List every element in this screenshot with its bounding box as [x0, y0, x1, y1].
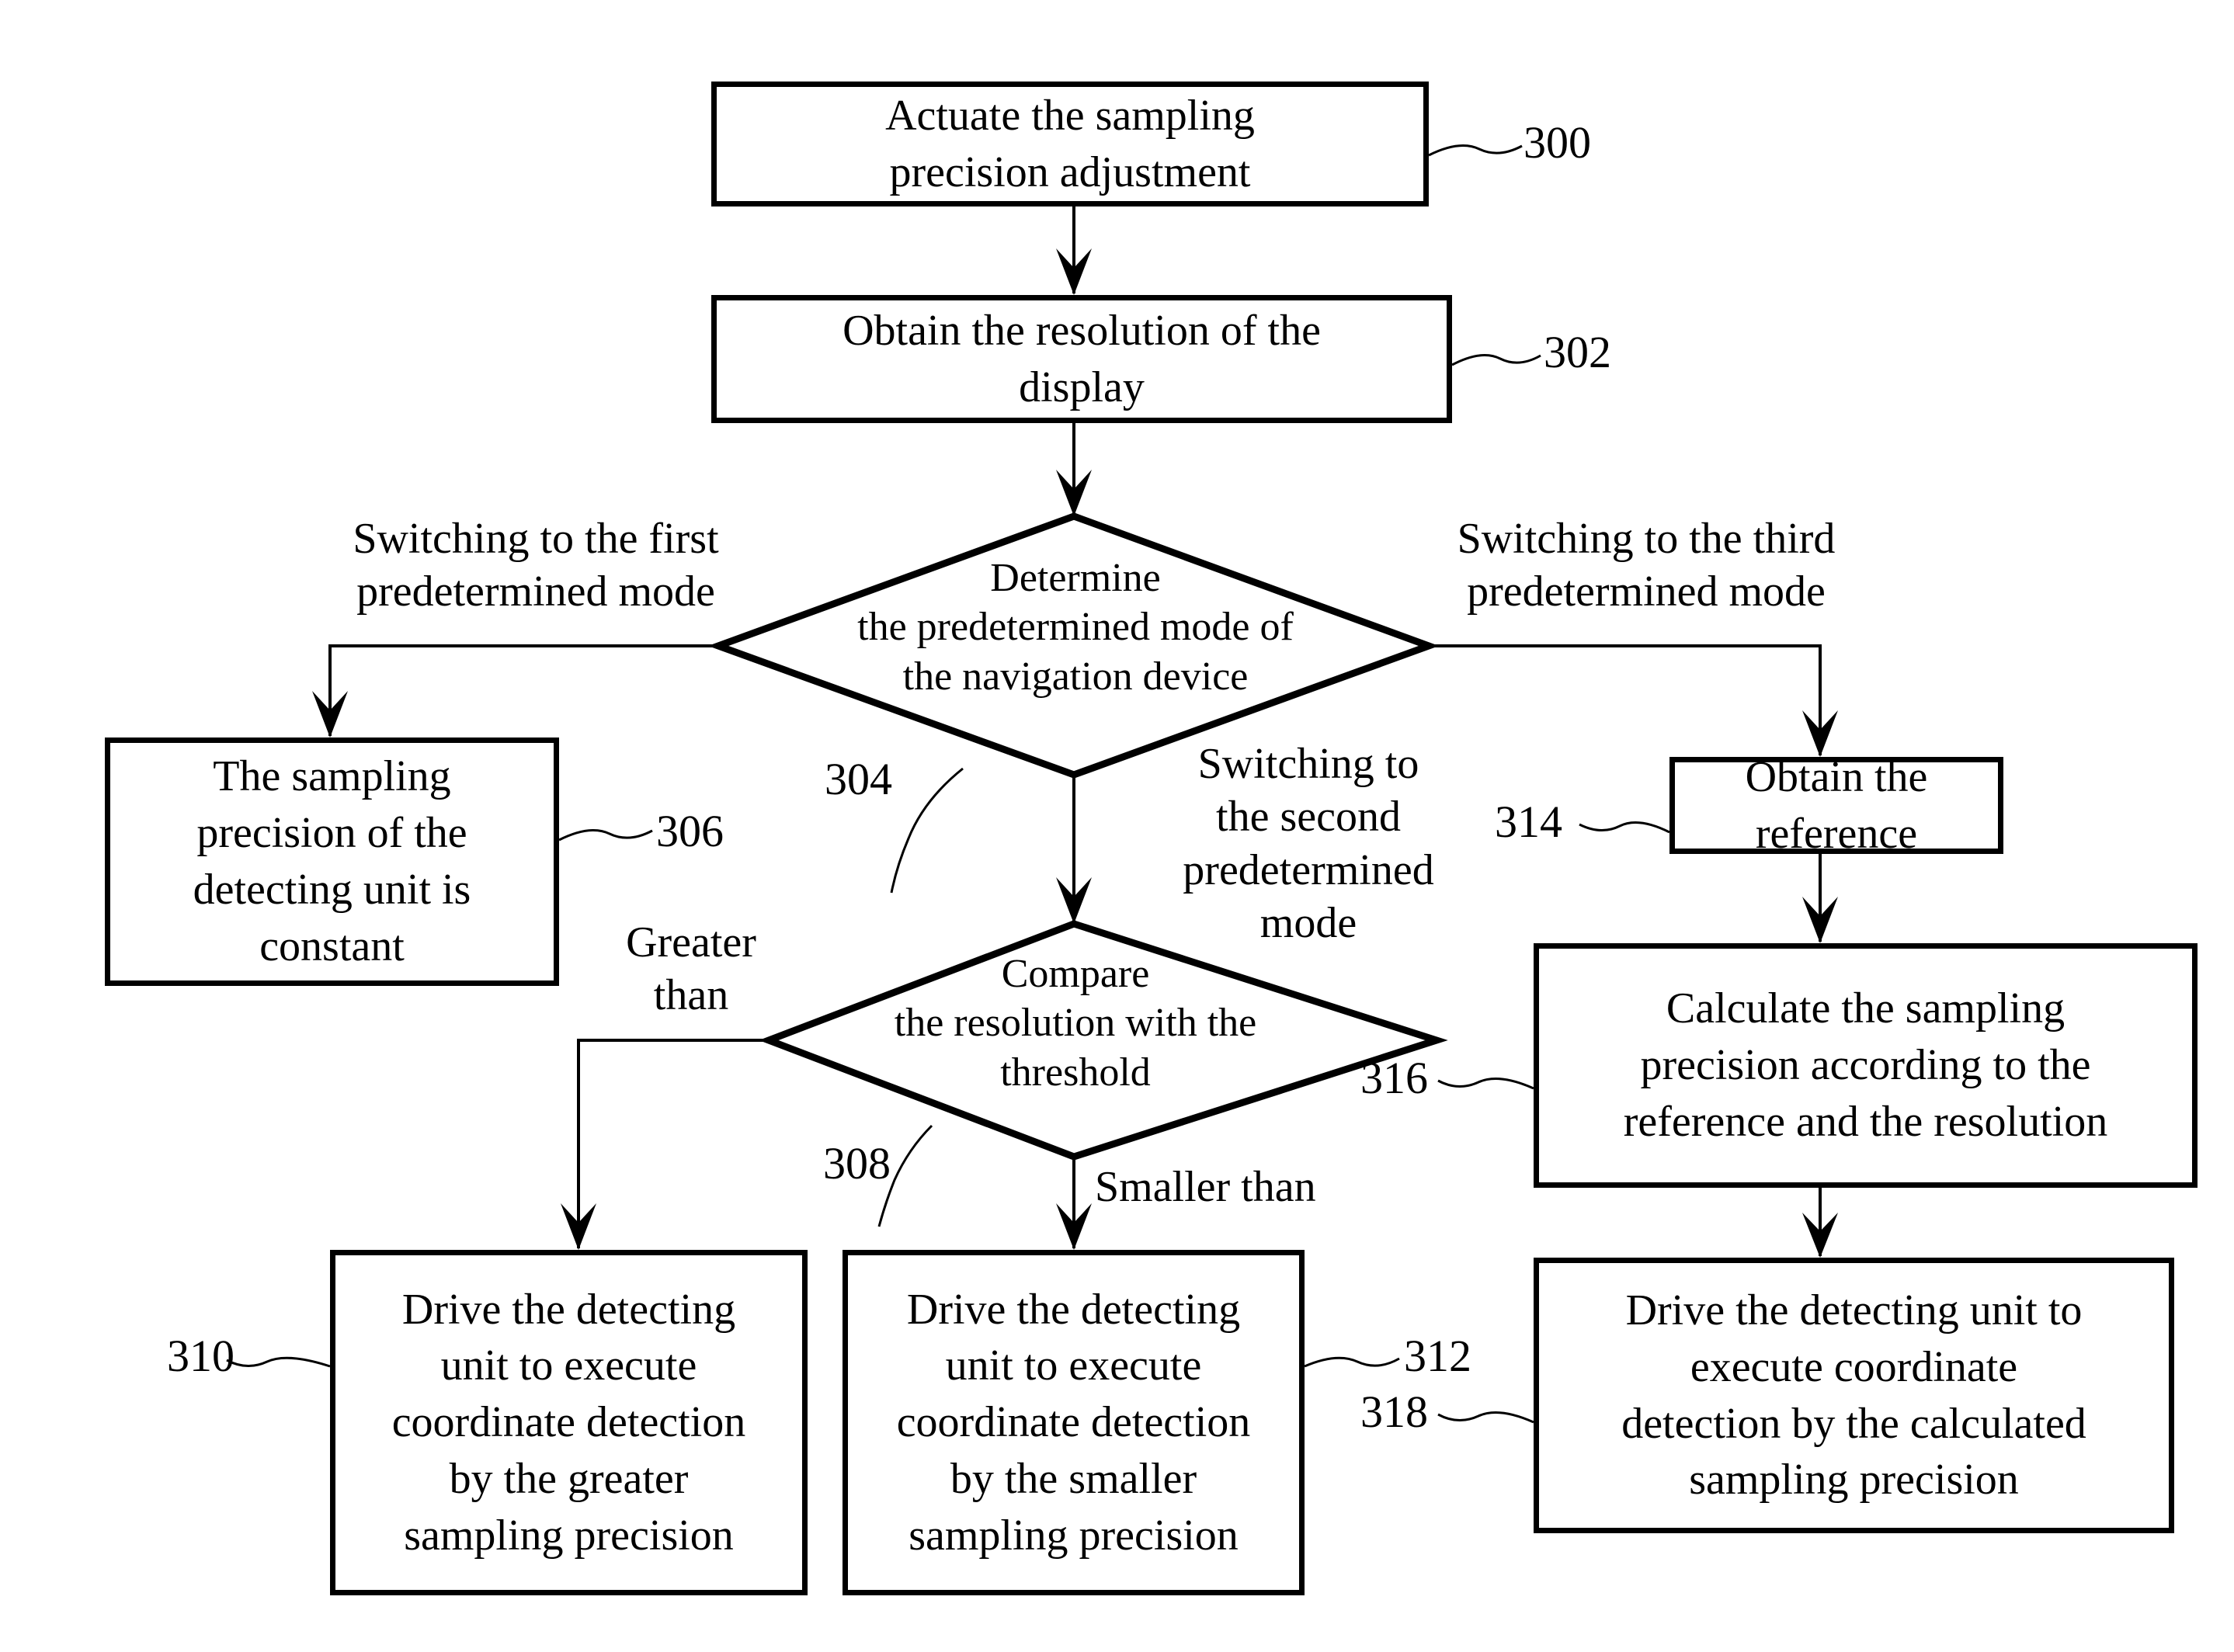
process-box-302-label: Obtain the resolution of the display	[843, 306, 1321, 411]
ref-number-304: 304	[825, 754, 892, 804]
edge-label-smaller-than: Smaller than	[1095, 1163, 1316, 1211]
decision-shape-304	[707, 512, 1440, 779]
arrowhead-304-308	[1056, 877, 1092, 924]
flowchart-canvas: Actuate the sampling precision adjustmen…	[0, 0, 2234, 1652]
arrowhead-314-316	[1802, 897, 1838, 943]
leader-302	[1451, 354, 1541, 366]
decision-label-304: Determine the predetermined mode of the …	[857, 556, 1294, 699]
leader-310	[226, 1356, 331, 1368]
process-box-300-label: Actuate the sampling precision adjustmen…	[885, 91, 1255, 196]
arrowhead-308-312	[1056, 1203, 1092, 1250]
arrowhead-304-306	[312, 691, 348, 738]
decision-label-308: Compare the resolution with the threshol…	[894, 952, 1257, 1095]
process-box-302[interactable]: Obtain the resolution of the display	[711, 295, 1452, 423]
process-box-316[interactable]: Calculate the sampling precision accordi…	[1534, 943, 2198, 1188]
leader-314	[1579, 821, 1670, 834]
arrowhead-302-304	[1056, 470, 1092, 516]
leader-306	[558, 829, 653, 842]
edge-304-306	[328, 644, 718, 736]
decision-shape-308	[759, 920, 1448, 1161]
process-box-314-label: Obtain the reference	[1745, 752, 1928, 858]
ref-number-314: 314	[1495, 796, 1562, 847]
ref-number-310: 310	[167, 1331, 235, 1381]
leader-300	[1428, 144, 1523, 157]
edge-304-314	[1429, 644, 1822, 755]
process-box-312-label: Drive the detecting unit to execute coor…	[896, 1285, 1251, 1560]
edge-label-greater-than: Greater than	[626, 918, 756, 1020]
ref-number-306: 306	[656, 806, 724, 856]
process-box-310[interactable]: Drive the detecting unit to execute coor…	[330, 1250, 808, 1595]
ref-number-300: 300	[1523, 117, 1591, 168]
ref-number-316: 316	[1360, 1053, 1428, 1103]
ref-number-318: 318	[1360, 1386, 1428, 1437]
process-box-312[interactable]: Drive the detecting unit to execute coor…	[843, 1250, 1305, 1595]
process-box-318-label: Drive the detecting unit to execute coor…	[1621, 1286, 2086, 1504]
leader-304	[890, 767, 964, 894]
process-box-316-label: Calculate the sampling precision accordi…	[1623, 984, 2108, 1146]
edge-label-switch-first: Switching to the first predetermined mod…	[353, 515, 719, 616]
process-box-310-label: Drive the detecting unit to execute coor…	[391, 1285, 746, 1560]
arrowhead-316-318	[1802, 1213, 1838, 1258]
ref-number-302: 302	[1544, 327, 1611, 377]
ref-number-308: 308	[823, 1138, 891, 1189]
leader-312	[1304, 1356, 1400, 1368]
process-box-306-label: The sampling precision of the detecting …	[193, 752, 471, 970]
edge-label-switch-third: Switching to the third predetermined mod…	[1457, 515, 1836, 616]
arrowhead-300-302	[1056, 248, 1092, 295]
ref-number-312: 312	[1404, 1331, 1471, 1381]
leader-316	[1437, 1078, 1534, 1090]
process-box-318[interactable]: Drive the detecting unit to execute coor…	[1534, 1258, 2174, 1533]
arrowhead-308-310	[561, 1203, 596, 1250]
process-box-300[interactable]: Actuate the sampling precision adjustmen…	[711, 82, 1429, 206]
process-box-314[interactable]: Obtain the reference	[1669, 753, 2003, 858]
process-box-306[interactable]: The sampling precision of the detecting …	[105, 738, 559, 986]
leader-318	[1437, 1411, 1534, 1424]
edge-308-310	[577, 1039, 769, 1248]
edge-label-switch-second: Switching to the second predetermined mo…	[1183, 740, 1434, 947]
